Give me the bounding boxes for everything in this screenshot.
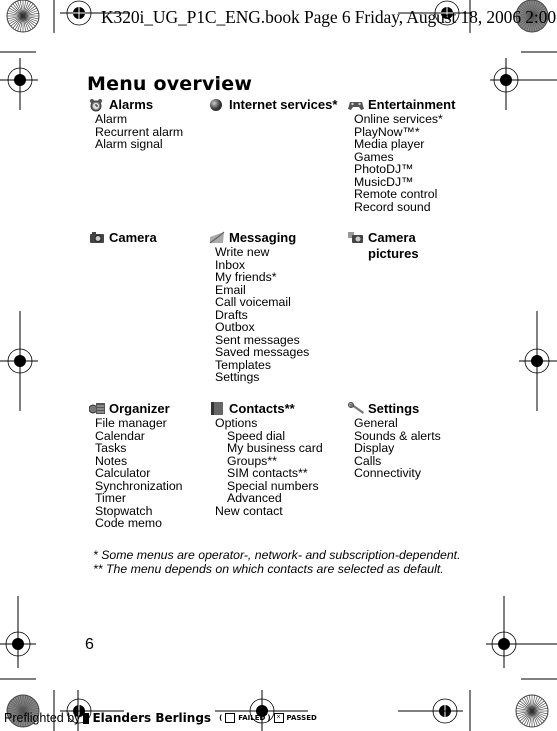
menu-item: File manager (95, 416, 167, 430)
menu-subitem: My business card (227, 441, 323, 455)
menu-item: Saved messages (215, 345, 310, 359)
organizer-icon (88, 402, 105, 415)
menu-item: Online services* (354, 112, 443, 126)
menu-item: Options (215, 416, 258, 430)
alarm-clock-icon (89, 98, 105, 112)
menu-subitem: Advanced (227, 491, 282, 505)
preflight-stamp: Preflighted by Elanders Berlings ( FAILE… (4, 711, 317, 725)
menu-item: My friends* (215, 270, 277, 284)
menu-heading: Alarms (89, 97, 183, 113)
menu-heading: Organizer (88, 401, 183, 417)
menu-heading: Camera (89, 230, 157, 246)
menu-item: PhotoDJ™ (354, 162, 414, 176)
page-number: 6 (85, 636, 94, 653)
menu-alarms: Alarms Alarm Recurrent alarm Alarm signal (89, 97, 183, 151)
menu-heading: Settings (348, 401, 441, 417)
menu-item: Tasks (95, 441, 127, 455)
preflight-brand: Elanders Berlings (92, 711, 212, 725)
menu-item: Remote control (354, 187, 438, 201)
menu-heading: Camera pictures (348, 230, 419, 262)
menu-item: Call voicemail (215, 295, 291, 309)
menu-subitem: SIM contacts** (227, 466, 308, 480)
menu-settings: Settings General Sounds & alerts Display Cal… (348, 401, 441, 480)
menu-camera: Camera (89, 230, 157, 246)
menu-item: Calculator (95, 466, 151, 480)
menu-items: Online services* PlayNow™* Media player Gam… (354, 113, 455, 213)
color-bar-star-icon (515, 694, 549, 728)
menu-items: File manager Calendar Tasks Notes Calculator… (95, 417, 183, 530)
menu-items: Alarm Recurrent alarm Alarm signal (95, 113, 183, 151)
menu-organizer: Organizer File manager Calendar Tasks Notes C… (88, 401, 183, 530)
footnote-operator: * Some menus are operator-, network- and… (93, 548, 461, 562)
menu-heading: Entertainment (348, 97, 455, 113)
camera-icon (89, 231, 105, 244)
menu-heading: Contacts** (209, 401, 323, 417)
menu-item: Record sound (354, 199, 431, 214)
color-bar-star-icon (6, 0, 40, 33)
menu-heading-label: Settings (368, 401, 420, 416)
menu-heading-label: Camera (109, 230, 157, 245)
menu-item: Media player (354, 137, 425, 151)
menu-messaging: Messaging Write new Inbox My friends* Email C… (209, 230, 309, 384)
menu-items: General Sounds & alerts Display Calls Connec… (354, 417, 441, 480)
menu-internet-services: Internet services* (209, 97, 337, 113)
menu-items: Write new Inbox My friends* Email Call voice… (215, 246, 309, 384)
failed-checkbox (225, 713, 236, 723)
preflight-prefix: Preflighted by (4, 711, 81, 725)
menu-heading-label-line2: pictures (368, 246, 419, 261)
footnote-contacts: ** The menu depends on which contacts ar… (93, 562, 444, 576)
menu-heading-label: Contacts** (229, 401, 295, 416)
menu-heading-label: Internet services* (229, 97, 338, 112)
failed-label: FAILED (238, 714, 266, 722)
contacts-book-icon (209, 402, 225, 415)
camera-pictures-icon (348, 231, 364, 244)
menu-item: Display (354, 441, 395, 455)
menu-heading-label: Entertainment (368, 97, 456, 112)
menu-heading-label: Organizer (109, 401, 170, 416)
menu-contacts: Contacts** Options Speed dial My business c… (209, 401, 323, 517)
menu-item: Alarm signal (95, 137, 163, 151)
menu-item: Outbox (215, 320, 255, 334)
passed-checkbox: × (273, 713, 284, 723)
book-slug-line: K320i_UG_P1C_ENG.book Page 6 Friday, Aug… (101, 7, 557, 27)
menu-item: New contact (215, 503, 283, 518)
menu-items: Options Speed dial My business card Groups*… (215, 417, 323, 517)
menu-item: Timer (95, 491, 126, 505)
menu-heading: Messaging (209, 230, 309, 246)
elanders-logo-icon (83, 712, 90, 724)
gamepad-icon (348, 98, 364, 111)
menu-heading-label: Messaging (229, 230, 297, 245)
menu-heading-label: Camera (368, 230, 416, 245)
menu-heading-label: Alarms (109, 97, 154, 112)
menu-camera-pictures: Camera pictures (348, 230, 419, 262)
menu-item: Write new (215, 245, 270, 259)
envelope-icon (209, 231, 225, 244)
page-title: Menu overview (87, 73, 253, 95)
menu-item: Alarm (95, 112, 128, 126)
passed-label: PASSED (286, 714, 317, 722)
wrench-icon (348, 402, 364, 415)
menu-item: Connectivity (354, 466, 421, 480)
globe-icon (209, 98, 225, 111)
menu-item: Settings (215, 370, 260, 384)
menu-heading: Internet services* (209, 97, 337, 113)
menu-item: General (354, 416, 398, 430)
menu-entertainment: Entertainment Online services* PlayNow™* Me… (348, 97, 455, 213)
menu-item: Code memo (95, 516, 162, 530)
